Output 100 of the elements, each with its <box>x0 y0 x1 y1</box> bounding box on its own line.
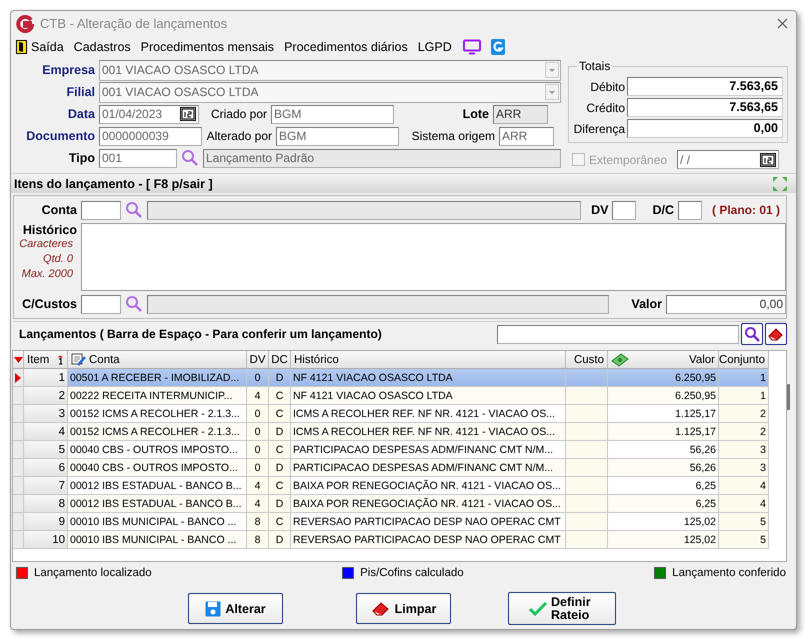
action-button[interactable]: Alterar <box>188 593 283 624</box>
history-textarea[interactable] <box>81 223 786 291</box>
table-cell: 2 <box>719 423 769 441</box>
search-icon[interactable] <box>125 295 143 313</box>
search-button[interactable] <box>741 323 763 345</box>
branch-dropdown[interactable]: 001 VIACAO OSASCO LTDA <box>99 82 561 102</box>
total-value: 7.563,65 <box>627 77 783 96</box>
scrollbar-thumb[interactable] <box>787 384 790 410</box>
field-label: Lote <box>462 107 489 121</box>
legend-label: Pis/Cofins calculado <box>360 567 464 579</box>
column-header[interactable]: DV <box>247 351 269 369</box>
column-header[interactable]: Item <box>24 351 68 369</box>
source-system-field[interactable]: ARR <box>499 126 554 146</box>
type-field[interactable]: 001 <box>99 148 177 168</box>
search-icon[interactable] <box>181 149 199 167</box>
calendar-icon[interactable] <box>760 152 776 166</box>
checkbox-label: Extemporâneo <box>589 152 668 166</box>
table-cell: 125,02 <box>608 513 719 531</box>
modified-by-field[interactable]: BGM <box>276 126 399 146</box>
row-number: 10 <box>24 531 68 549</box>
table-cell: BAIXA POR RENEGOCIAÇÃO NR. 4121 - VIACAO OS... <box>291 495 566 513</box>
table-cell <box>566 513 608 531</box>
table-cell: PARTICIPACAO DESPESAS ADM/FINANC CMT N/M... <box>291 459 566 477</box>
row-indicator-cell[interactable] <box>13 441 24 459</box>
row-number: 8 <box>24 495 68 513</box>
table-cell <box>566 531 608 549</box>
date-field[interactable]: 01/04/2023 <box>99 104 199 124</box>
sort-indicator-icon[interactable] <box>14 356 22 362</box>
table-cell: 00501 A RECEBER - IMOBILIZAD... <box>68 369 247 387</box>
batch-field[interactable]: ARR <box>493 104 548 124</box>
calendar-icon[interactable] <box>180 107 196 121</box>
row-indicator-cell[interactable] <box>13 531 24 549</box>
column-header[interactable]: Conjunto <box>719 351 769 369</box>
row-indicator-cell[interactable] <box>13 369 24 387</box>
company-dropdown[interactable]: 001 VIACAO OSASCO LTDA <box>99 60 561 80</box>
row-indicator-cell[interactable] <box>13 477 24 495</box>
menu-item[interactable]: Saída <box>15 40 65 54</box>
table-cell: BAIXA POR RENEGOCIAÇÃO NR. 4121 - VIACAO OS... <box>291 477 566 495</box>
column-header[interactable]: DC <box>269 351 291 369</box>
table-cell <box>566 369 608 387</box>
amount-field[interactable]: 0,00 <box>666 294 786 314</box>
dv-field[interactable] <box>612 200 636 220</box>
action-button[interactable]: Limpar <box>356 593 451 624</box>
cost-center-field[interactable] <box>81 294 121 314</box>
money-icon <box>611 352 629 366</box>
expand-icon[interactable] <box>772 176 788 192</box>
column-header[interactable]: Conta <box>68 351 247 369</box>
row-number: 7 <box>24 477 68 495</box>
type-description-field[interactable]: Lançamento Padrão <box>203 148 561 168</box>
search-field[interactable] <box>497 324 739 344</box>
table-cell: D <box>269 423 291 441</box>
table-cell: 2 <box>719 405 769 423</box>
table-cell: D <box>269 369 291 387</box>
table-cell: 3 <box>719 441 769 459</box>
table-cell: 4 <box>719 495 769 513</box>
row-indicator-cell[interactable] <box>13 495 24 513</box>
menu-item[interactable]: Procedimentos diários <box>283 40 409 54</box>
column-header[interactable]: Custo <box>566 351 608 369</box>
monitor-icon[interactable] <box>462 39 481 55</box>
search-icon[interactable] <box>125 201 143 219</box>
row-indicator-cell[interactable] <box>13 459 24 477</box>
table-cell: 1.125,17 <box>608 405 719 423</box>
table-cell: 8 <box>247 513 269 531</box>
menu-item[interactable]: LGPD <box>416 40 453 54</box>
row-indicator-cell[interactable] <box>13 387 24 405</box>
table-cell: D <box>269 531 291 549</box>
table-cell: 3 <box>719 459 769 477</box>
column-header[interactable]: Valor <box>608 351 719 369</box>
table-cell: 8 <box>247 531 269 549</box>
table-cell: 00222 RECEITA INTERMUNICIP... <box>68 387 247 405</box>
document-field[interactable]: 0000000039 <box>99 126 202 146</box>
section-title: Itens do lançamento - [ F8 p/sair ] <box>14 176 213 190</box>
table-cell: 1.125,17 <box>608 423 719 441</box>
account-description-field[interactable] <box>147 200 582 220</box>
row-number: 1 <box>24 369 68 387</box>
created-by-field[interactable]: BGM <box>271 104 394 124</box>
row-indicator-cell[interactable] <box>13 513 24 531</box>
row-number: 5 <box>24 441 68 459</box>
cost-center-description-field[interactable] <box>147 294 610 314</box>
field-label: D/C <box>652 203 674 217</box>
menu-item[interactable]: Procedimentos mensais <box>140 40 276 54</box>
app-icon[interactable] <box>490 39 505 55</box>
field-label: Documento <box>25 129 95 143</box>
action-button[interactable]: Definir Rateio <box>508 592 616 625</box>
pencil-note-icon <box>71 352 87 366</box>
menu-item[interactable]: Cadastros <box>72 40 132 54</box>
table-cell: 56,26 <box>608 441 719 459</box>
row-indicator-cell[interactable] <box>13 405 24 423</box>
column-header[interactable] <box>13 351 24 369</box>
clear-button[interactable] <box>765 323 787 345</box>
table-cell <box>566 423 608 441</box>
field-label: Empresa <box>41 63 95 77</box>
dc-field[interactable] <box>678 200 702 220</box>
close-icon[interactable] <box>777 18 788 29</box>
table-cell: C <box>269 477 291 495</box>
account-field[interactable] <box>81 200 121 220</box>
row-indicator-cell[interactable] <box>13 423 24 441</box>
column-header[interactable]: Histórico <box>291 351 566 369</box>
character-count-text: Caracteres <box>19 237 74 252</box>
eraser-icon <box>370 600 391 616</box>
